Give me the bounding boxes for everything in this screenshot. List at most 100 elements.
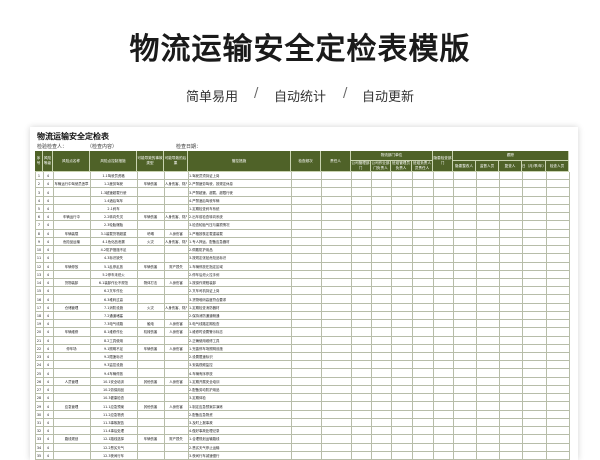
table-cell-measure: 4.做好事故处理记录 [189, 429, 220, 434]
table-cell-lvl: 4 [46, 190, 50, 195]
table-cell-seq: 9 [37, 239, 41, 244]
table-row: 10 4 4.2防护措施不足 2.佩戴防护用品 [35, 246, 569, 255]
table-cell-type: 物体打击 [143, 281, 158, 286]
table-cell-seq: 21 [36, 338, 42, 343]
table-cell-type: 火灾 [147, 239, 154, 244]
table-cell-lvl: 4 [46, 355, 50, 360]
table-cell-lvl: 4 [46, 371, 50, 376]
table-cell-measure: 2.佩戴防护用品 [189, 248, 213, 253]
table-row: 5 4 2.1刹车 1.定期检查刹车系统 [35, 205, 569, 214]
table-cell-item: 9.1照明不足 [104, 346, 123, 351]
table-cell-lvl: 4 [46, 420, 50, 425]
table-cell-type: 火灾 [147, 305, 154, 310]
table-cell-lvl: 4 [46, 379, 50, 384]
table-cell-lvl: 4 [46, 223, 50, 228]
feature-separator: / [254, 86, 259, 101]
table-cell-type: 车辆伤害 [143, 215, 158, 220]
table-cell-seq: 24 [36, 363, 42, 368]
table-cell-item: 7.3电气线路 [104, 322, 123, 327]
table-cell-point: 危险品运输 [63, 239, 80, 244]
table-cell-type: 坍塌 [147, 231, 154, 236]
table-cell-seq: 32 [36, 429, 42, 434]
table-cell-point: 货物装卸 [64, 281, 79, 286]
table-cell-item: 2.1刹车 [107, 207, 120, 212]
table-cell-lvl: 4 [46, 445, 50, 450]
table-cell-type: 机械伤害 [143, 330, 158, 335]
table-cell-measure: 1.定期开展安全培训 [189, 379, 220, 384]
table-cell-measure: 2.配备应急物资 [189, 412, 213, 417]
table-cell-seq: 29 [36, 404, 42, 409]
table-cell-measure: 1.定期检查刹车系统 [189, 207, 220, 212]
table-cell-result: 财产损失 [169, 437, 183, 442]
table-cell-lvl: 4 [46, 322, 50, 327]
table-cell-result: 人身伤害 [169, 231, 183, 236]
table-cell-result: 人身伤害、财产损失 [165, 215, 187, 220]
table-cell-seq: 33 [36, 437, 42, 442]
table-cell-seq: 31 [36, 420, 42, 425]
table-row: 13 4 5.2停车未熄火 2.停车后熄火拉手刹 [35, 271, 569, 279]
table-cell-measure: 2.恶劣天气停止运输 [189, 445, 220, 450]
table-cell-seq: 2 [37, 182, 41, 187]
table-row: 22 4 停车场 9.1照明不足 车辆伤害 人身伤害 1.完善停车场照明设施 [35, 345, 569, 354]
table-cell-lvl: 4 [46, 396, 50, 401]
table-cell-seq: 15 [36, 289, 42, 294]
table-row: 7 4 2.3轮胎爆胎 3.检查轮胎气压与磨损情况 [35, 221, 569, 230]
table-row: 17 4 仓储管理 7.1消防设施 火灾 人身伤害、财产损失1.定期检查消防器材 [35, 304, 569, 312]
table-cell-result: 人身伤害 [169, 281, 183, 286]
table-cell-item: 6.1装卸作业不规范 [98, 281, 129, 286]
table-cell-item: 10.1安全培训 [102, 379, 125, 384]
table-cell-item: 5.2停车未熄火 [102, 272, 125, 277]
table-row: 35 4 12.3夜间行车 3.夜间行车减速慢行 [35, 452, 569, 460]
table-cell-seq: 5 [37, 207, 41, 212]
table-cell-seq: 25 [36, 371, 42, 376]
table-row: 25 4 9.4车辆停放 4.车辆有序停放 [35, 369, 569, 378]
table-cell-item: 3.1装载货物超重 [100, 231, 127, 236]
table-cell-lvl: 4 [46, 363, 50, 368]
table-cell-lvl: 4 [46, 215, 50, 220]
table-cell-measure: 1.维修时设置警示标志 [189, 330, 223, 335]
table-cell-lvl: 4 [46, 272, 50, 277]
table-cell-lvl: 4 [46, 437, 50, 442]
header-sub: 公司管理部门 [351, 161, 371, 172]
table-cell-measure: 3.定期体检 [189, 396, 206, 401]
table-row: 34 4 12.2恶劣天气 2.恶劣天气停止运输 [35, 444, 569, 452]
header-risk-level: 风险等级 [43, 151, 53, 172]
table-cell-lvl: 4 [46, 429, 50, 434]
table-cell-point: 车辆停放 [64, 264, 79, 269]
table-cell-item: 10.3健康检查 [102, 396, 125, 401]
table-row: 64 车辆运行中 2.2转向失灵 车辆伤害 人身伤害、财产损失2.出车前检查转向系统 [35, 213, 569, 222]
table-cell-item: 1.3超速超载行驶 [100, 190, 127, 195]
table-row: 32 4 11.4事后处理 4.做好事故处理记录 [35, 427, 569, 436]
table-row: 4 4 1.4酒后驾车 4.严禁酒后驾驶车辆 [35, 197, 569, 205]
table-cell-seq: 17 [36, 305, 42, 310]
header-sub: 班组负责人员责任人 [412, 161, 433, 172]
table-cell-point: 路线规划 [64, 437, 79, 442]
table-cell-measure: 3.按规定张贴危险品标识 [189, 256, 227, 261]
header-frequency: 检查频次 [291, 151, 321, 172]
table-cell-seq: 10 [36, 248, 42, 253]
table-cell-lvl: 4 [46, 264, 50, 269]
table-cell-measure: 3.夜间行车减速慢行 [189, 453, 220, 458]
table-cell-lvl: 4 [46, 305, 50, 310]
table-row: 8 4 车辆装载 3.1装载货物超重 坍塌 人身伤害 1.严格按核定载重装载 [35, 230, 569, 238]
table-cell-measure: 3.货物堆码高度符合要求 [189, 297, 227, 302]
spreadsheet-preview: 物流运输安全定检表 检验检查人： （检查内容） 检查日期： 序号 风险等级 风险… [30, 127, 578, 460]
table-cell-type: 车辆伤害 [143, 437, 158, 442]
table-cell-point: 仓储管理 [64, 305, 79, 310]
header-seq: 序号 [35, 151, 43, 172]
table-cell-item: 12.2恶劣天气 [102, 445, 125, 450]
feature-easy: 简单易用 [186, 90, 239, 105]
table-cell-seq: 28 [36, 396, 42, 401]
table-cell-seq: 20 [36, 330, 42, 335]
table-row: 11 4 4.3标识缺失 3.按规定张贴危险品标识 [35, 254, 569, 263]
table-cell-item: 1.4酒后驾车 [104, 198, 123, 203]
table-row: 27 4 10.2劳保用品 2.配备劳动防护用品 [35, 386, 569, 395]
table-body: 1 4 1.1驾驶员资格 1.驾驶员须持证上岗 2 4 车辆运行中驾驶员违章 1.2疲劳驾驶车… [35, 172, 570, 460]
table-cell-measure: 2.保持消防通道畅通 [189, 313, 220, 318]
table-cell-seq: 18 [36, 313, 42, 318]
header-control: 管控措施 [188, 151, 291, 172]
table-cell-measure: 1.合理规划运输路线 [189, 437, 220, 442]
table-cell-seq: 4 [37, 198, 41, 203]
table-cell-seq: 26 [36, 379, 42, 384]
page-title: 物流运输安全定检表模版 [129, 32, 471, 67]
